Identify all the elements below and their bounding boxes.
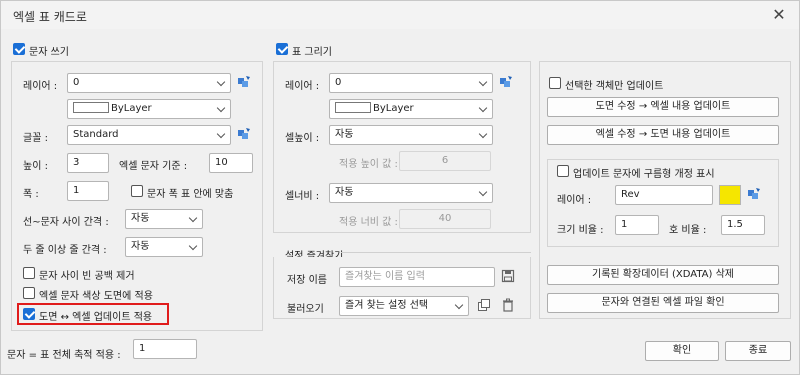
color-swatch — [73, 102, 109, 113]
arc-ratio-label: 호 비율 : — [669, 225, 707, 236]
row-gap-value: 자동 — [131, 241, 150, 252]
font-combo[interactable]: Standard — [67, 125, 231, 145]
table-layer-label: 레이어 : — [285, 81, 320, 92]
sync-update-label: 도면 ↔ 엑셀 업데이트 적용 — [39, 312, 153, 323]
cell-width-label: 셀너비 : — [285, 191, 320, 202]
selected-only-checkbox[interactable] — [549, 77, 561, 89]
sync-update-checkbox[interactable] — [23, 308, 35, 320]
style-picker-icon[interactable] — [237, 127, 251, 141]
scale-ratio-label: 크기 비율 : — [557, 225, 604, 236]
title-bar: 엑셀 표 캐드로 ✕ — [1, 1, 799, 29]
line-gap-label: 선~문자 사이 간격 : — [23, 217, 109, 228]
excel-color-label: 엑셀 문자 색상 도면에 적용 — [39, 291, 153, 302]
remove-space-label: 문자 사이 빈 공백 제거 — [39, 271, 135, 282]
width-input[interactable]: 1 — [67, 181, 109, 201]
rev-color-swatch[interactable] — [719, 185, 741, 205]
text-write-header: 문자 쓰기 — [29, 47, 69, 58]
text-layer-value: 0 — [73, 77, 80, 88]
width-label: 폭 : — [23, 189, 39, 200]
text-color-combo[interactable]: ByLayer — [67, 99, 231, 119]
row-gap-label: 두 줄 이상 줄 간격 : — [23, 245, 107, 256]
fit-width-checkbox[interactable] — [131, 185, 143, 197]
remove-space-checkbox[interactable] — [23, 267, 35, 279]
trash-icon[interactable] — [501, 298, 515, 312]
applied-height-input: 6 — [399, 151, 491, 171]
font-label: 글꼴 : — [23, 133, 48, 144]
applied-width-input: 40 — [399, 209, 491, 229]
text-color-value: ByLayer — [111, 103, 152, 114]
close-button[interactable]: 종료 — [725, 341, 791, 361]
line-gap-value: 자동 — [131, 213, 150, 224]
selected-only-label: 선택한 객체만 업데이트 — [565, 81, 664, 92]
table-color-combo[interactable]: ByLayer — [329, 99, 493, 119]
excel-color-checkbox[interactable] — [23, 287, 35, 299]
rev-layer-picker-icon[interactable] — [747, 187, 761, 201]
arc-ratio-input[interactable]: 1.5 — [721, 215, 765, 235]
save-name-label: 저장 이름 — [287, 275, 327, 286]
excel-base-input[interactable]: 10 — [209, 153, 253, 173]
table-draw-checkbox[interactable] — [276, 43, 288, 55]
cell-height-combo[interactable]: 자동 — [329, 125, 493, 145]
revcloud-checkbox[interactable] — [557, 165, 569, 177]
load-label: 불러오기 — [287, 304, 324, 315]
ok-button[interactable]: 확인 — [645, 341, 719, 361]
excel-to-cad-dialog: 엑셀 표 캐드로 ✕ 문자 쓰기 레이어 : 0 ByLayer 글꼴 : St… — [0, 0, 800, 375]
font-value: Standard — [73, 129, 119, 140]
global-scale-input[interactable]: 1 — [133, 339, 197, 359]
save-name-input[interactable]: 즐겨찾는 이름 입력 — [339, 267, 495, 287]
copy-icon[interactable] — [477, 298, 491, 312]
drawing-to-excel-button[interactable]: 도면 수정 → 엑셀 내용 업데이트 — [547, 97, 779, 117]
excel-base-label: 엑셀 문자 기준 : — [119, 161, 188, 172]
text-write-checkbox[interactable] — [13, 43, 25, 55]
favorites-separator — [341, 252, 531, 253]
table-draw-header: 표 그리기 — [292, 47, 332, 58]
applied-width-label: 적용 너비 값 : — [339, 217, 398, 228]
text-layer-label: 레이어 : — [23, 81, 58, 92]
table-layer-picker-icon[interactable] — [499, 75, 513, 89]
close-icon[interactable]: ✕ — [769, 5, 789, 25]
global-scale-label: 문자 = 표 전체 축적 적용 : — [7, 350, 121, 361]
table-layer-value: 0 — [335, 77, 342, 88]
load-combo[interactable]: 즐겨 찾는 설정 선택 — [339, 296, 469, 316]
load-value: 즐겨 찾는 설정 선택 — [345, 300, 429, 311]
height-input[interactable]: 3 — [67, 153, 109, 173]
applied-height-label: 적용 높이 값 : — [339, 159, 398, 170]
cell-height-label: 셀높이 : — [285, 133, 320, 144]
height-label: 높이 : — [23, 161, 48, 172]
line-gap-combo[interactable]: 자동 — [125, 209, 203, 229]
cell-height-value: 자동 — [335, 129, 354, 140]
cell-width-combo[interactable]: 자동 — [329, 183, 493, 203]
text-layer-combo[interactable]: 0 — [67, 73, 231, 93]
window-title: 엑셀 표 캐드로 — [13, 10, 87, 24]
cell-width-value: 자동 — [335, 187, 354, 198]
table-layer-combo[interactable]: 0 — [329, 73, 493, 93]
row-gap-combo[interactable]: 자동 — [125, 237, 203, 257]
excel-to-drawing-button[interactable]: 엑셀 수정 → 도면 내용 업데이트 — [547, 125, 779, 145]
save-icon[interactable] — [501, 269, 515, 283]
table-color-swatch — [335, 102, 371, 113]
rev-layer-label: 레이어 : — [557, 195, 592, 206]
rev-layer-input[interactable]: Rev — [615, 185, 713, 205]
delete-xdata-button[interactable]: 기록된 확장데이터 (XDATA) 삭제 — [547, 265, 779, 285]
layer-picker-icon[interactable] — [237, 75, 251, 89]
scale-ratio-input[interactable]: 1 — [615, 215, 659, 235]
revcloud-label: 업데이트 문자에 구름형 개정 표시 — [573, 169, 715, 180]
fit-width-label: 문자 폭 표 안에 맞춤 — [147, 189, 234, 200]
table-color-value: ByLayer — [373, 103, 414, 114]
check-excel-button[interactable]: 문자와 연결된 엑셀 파일 확인 — [547, 293, 779, 313]
